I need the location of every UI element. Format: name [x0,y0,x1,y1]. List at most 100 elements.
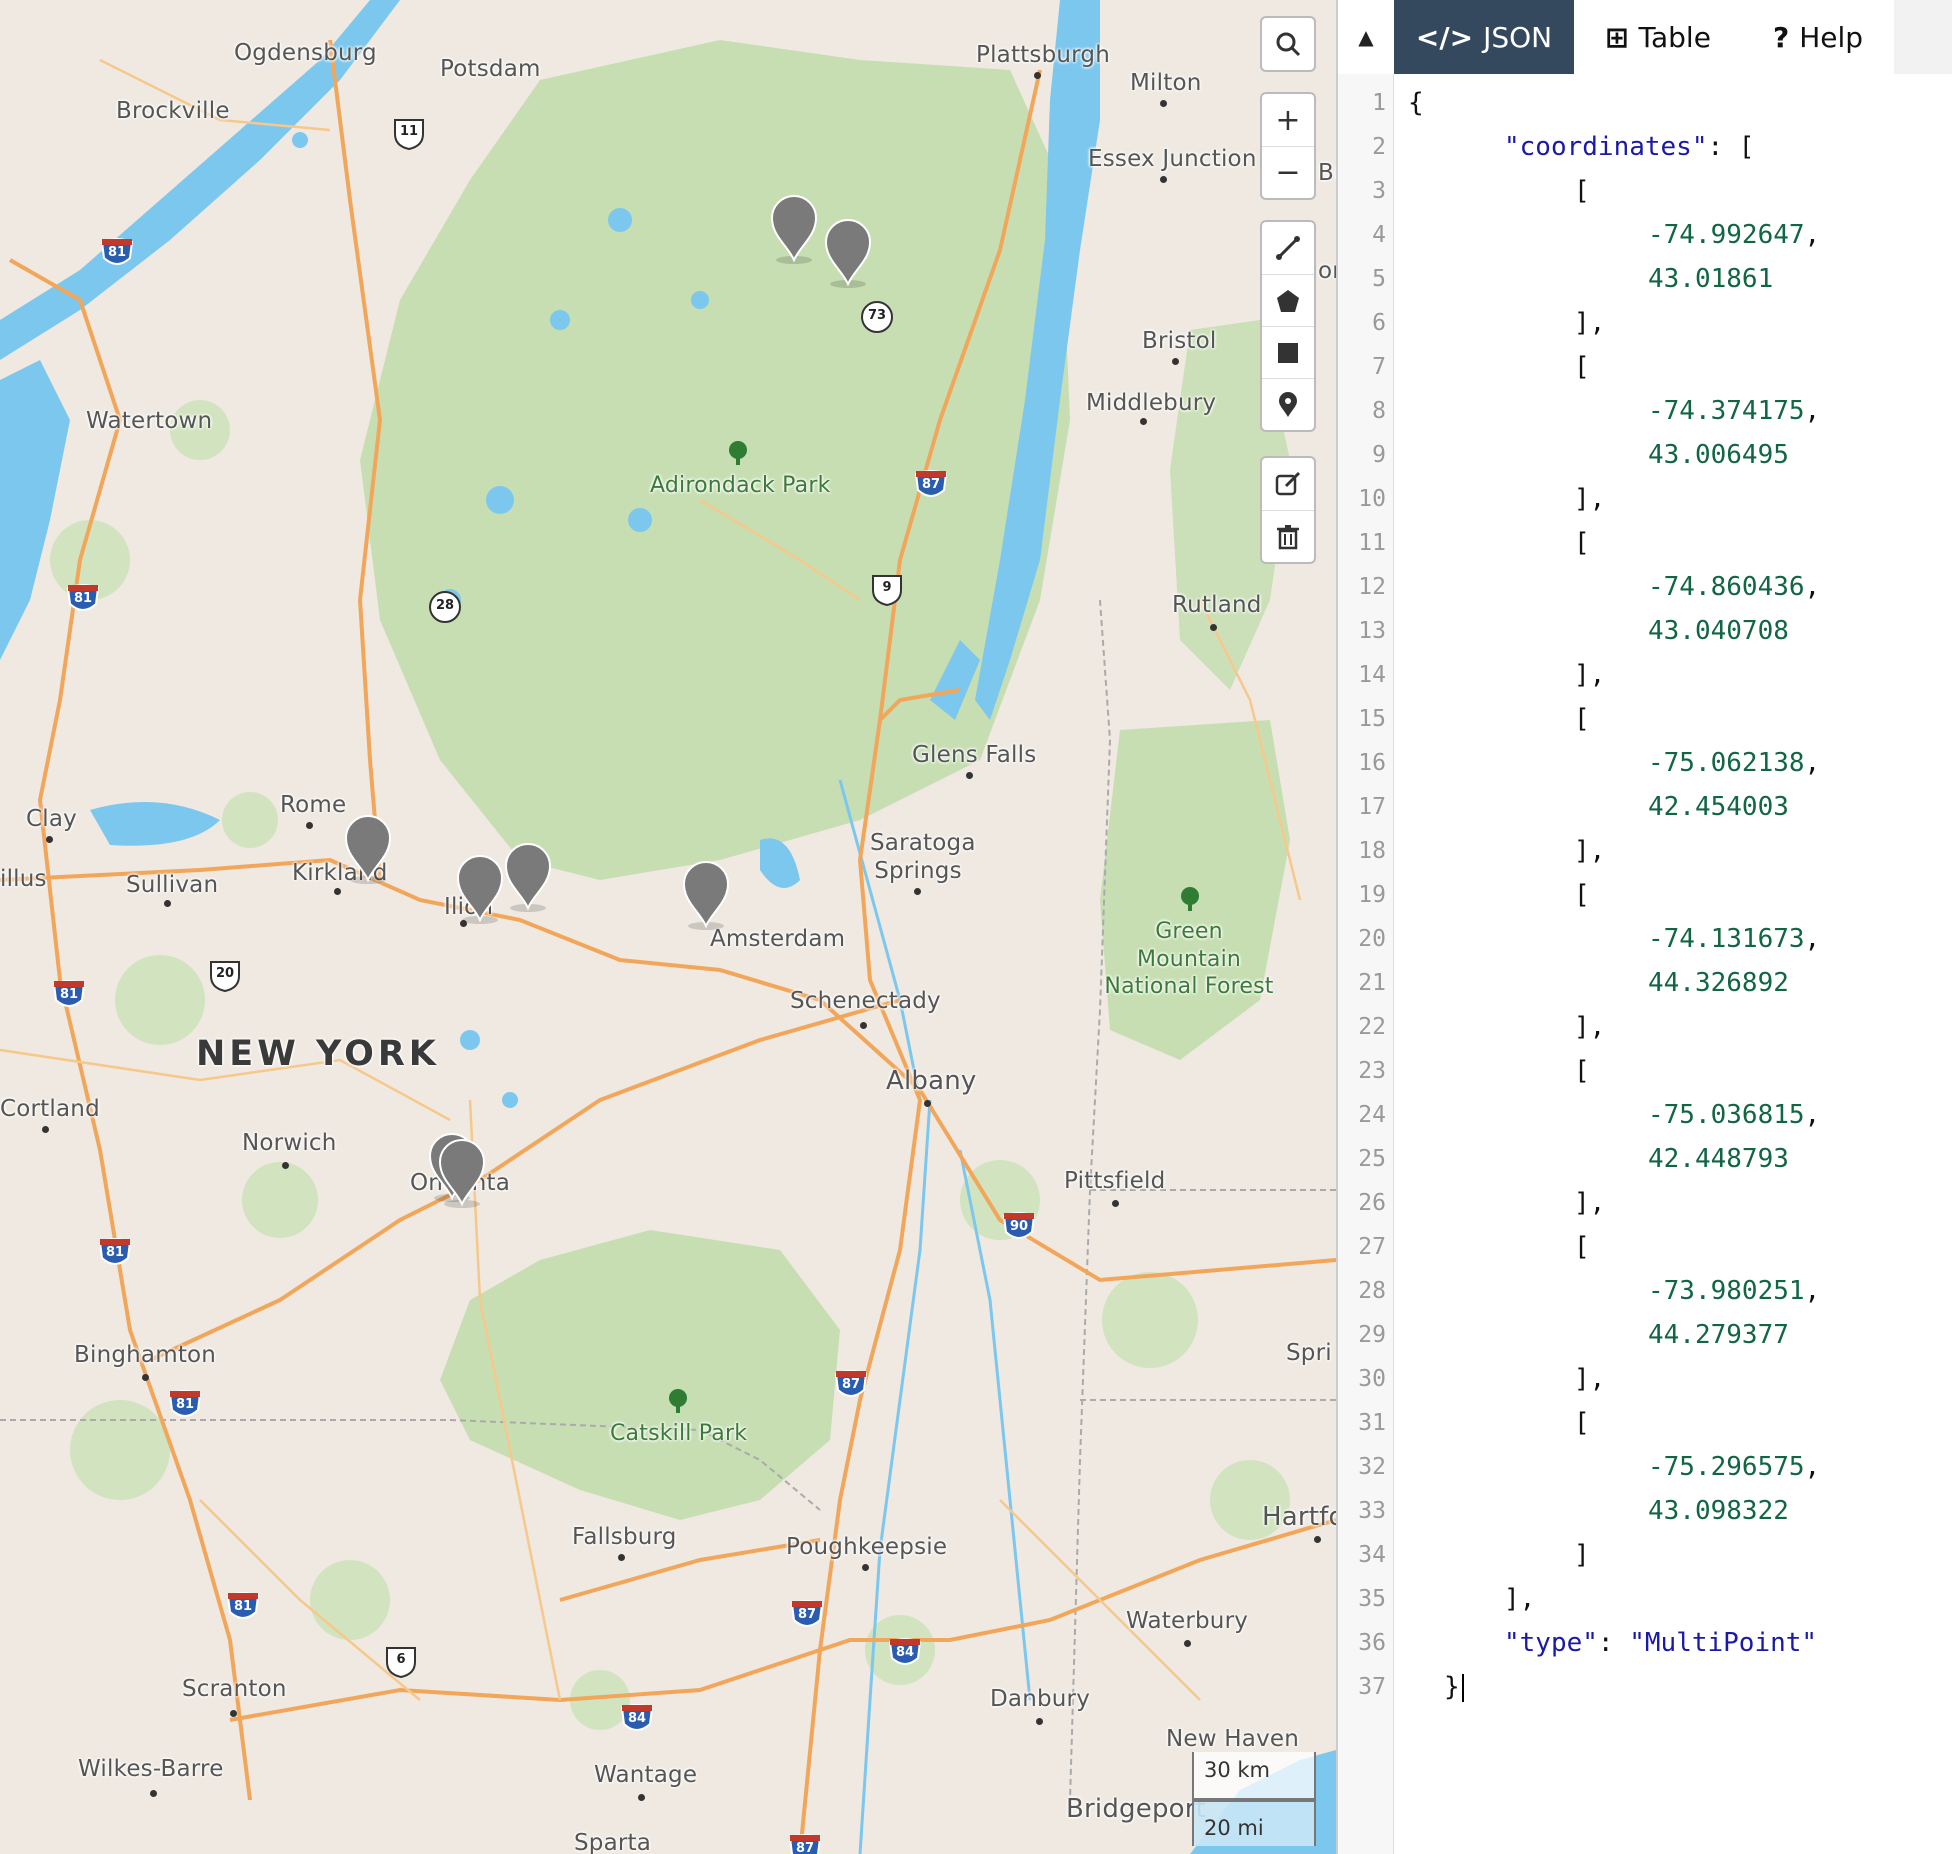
line-number: 13 [1358,618,1386,644]
search-button[interactable] [1262,18,1314,70]
map-point-marker-icon[interactable] [342,814,394,884]
code-line: -75.296575, [1648,1452,1820,1482]
code-line: 42.448793 [1648,1144,1789,1174]
tab-table[interactable]: ⊞ Table [1574,0,1742,74]
label-spri: Spri [1286,1340,1332,1366]
line-number: 7 [1372,354,1386,380]
help-icon: ? [1772,20,1790,54]
line-number: 1 [1372,90,1386,116]
interstate-84-shield-icon: 84 [620,1702,654,1736]
line-number: 27 [1358,1234,1386,1260]
json-punctuation: , [1804,1276,1821,1306]
json-punctuation: , [1804,1100,1821,1130]
line-number: 12 [1358,574,1386,600]
json-punctuation: , [1804,220,1821,250]
json-punctuation: [ [1574,880,1590,910]
label-binghamton: Binghamton [74,1342,217,1368]
label-hartford: Hartfo [1262,1502,1336,1532]
label-milton: Milton [1130,70,1202,96]
line-number: 3 [1372,178,1386,204]
oneida-lake [90,802,220,846]
draw-marker-button[interactable] [1262,378,1314,430]
line-number: 4 [1372,222,1386,248]
label-clay: Clay [26,806,77,832]
edit-icon [1275,471,1301,496]
map-point-marker-icon[interactable] [454,854,506,924]
json-punctuation: ], [1574,1364,1606,1394]
label-schenectady: Schenectady [790,988,941,1014]
tab-json[interactable]: </> JSON [1394,0,1574,74]
label-glens-falls: Glens Falls [912,742,1037,768]
json-punctuation: { [1408,88,1424,118]
map-point-marker-icon[interactable] [680,860,732,930]
draw-polygon-icon [1277,289,1299,312]
label-watertown: Watertown [86,408,213,434]
line-number: 26 [1358,1190,1386,1216]
line-number: 5 [1372,266,1386,292]
draw-rectangle-icon [1278,342,1298,363]
tab-help[interactable]: ? Help [1742,0,1894,74]
city-dot [1210,624,1217,631]
map-point-marker-icon[interactable] [502,842,554,912]
json-punctuation: , [1804,748,1821,778]
city-dot [914,888,921,895]
json-code-editor[interactable]: {"coordinates": [[-74.992647, 43.01861], [… [1394,74,1952,1854]
label-partial-or: or [1318,258,1336,284]
json-punctuation: [ [1574,352,1590,382]
zoom-out-button[interactable]: − [1262,146,1314,198]
city-dot [142,1374,149,1381]
collapse-button[interactable]: ▲ [1338,0,1394,74]
json-string: "MultiPoint" [1629,1628,1818,1658]
code-line: 43.040708 [1648,616,1789,646]
line-number: 15 [1358,706,1386,732]
lake-ontario [0,360,70,660]
draw-line-button[interactable] [1262,222,1314,274]
label-waterbury: Waterbury [1126,1608,1249,1634]
code-line: -74.131673, [1648,924,1820,954]
delete-layers-button[interactable] [1262,510,1314,562]
code-line: [ [1574,528,1590,558]
line-number: 16 [1358,750,1386,776]
edit-layers-button[interactable] [1262,458,1314,510]
park-tree-icon [729,441,747,465]
label-cortland: Cortland [0,1096,100,1122]
code-line: 43.006495 [1648,440,1789,470]
code-line: 44.279377 [1648,1320,1789,1350]
interstate-87-shield-icon: 87 [788,1832,822,1854]
interstate-81-shield-icon: 81 [100,236,134,270]
city-dot [618,1554,625,1561]
label-ogdensburg: Ogdensburg [234,40,377,66]
label-scranton: Scranton [182,1676,287,1702]
map-view[interactable]: Ogdensburg Potsdam Plattsburgh Milton Br… [0,0,1336,1854]
code-line: [ [1574,704,1590,734]
interstate-90-shield-icon: 90 [1002,1210,1036,1244]
tab-table-label: Table [1638,20,1711,54]
label-rutland: Rutland [1172,592,1262,618]
draw-polygon-button[interactable] [1262,274,1314,326]
state-route-73-shield-icon: 73 [860,300,894,334]
map-point-marker-icon[interactable] [822,218,874,288]
json-number: 42.454003 [1648,792,1789,822]
code-line: 43.098322 [1648,1496,1789,1526]
editor-panel: ▲ </> JSON ⊞ Table ? Help 1 2 3 4 5 6 7 8 9 10 11 1… [1336,0,1952,1854]
label-bridgeport: Bridgeport [1066,1794,1207,1824]
line-number: 24 [1358,1102,1386,1128]
us-route-11-shield-icon: 11 [392,116,426,151]
label-brockville: Brockville [116,98,230,124]
state-route-28-shield-icon: 28 [428,590,462,624]
map-point-marker-icon[interactable] [768,194,820,264]
city-dot [1034,72,1041,79]
city-dot [862,1564,869,1571]
label-sparta: Sparta [574,1830,652,1854]
code-icon: </> [1415,20,1474,54]
json-punctuation: , [1804,572,1821,602]
json-punctuation: ], [1504,1584,1536,1614]
map-point-marker-icon[interactable] [436,1138,488,1208]
zoom-in-button[interactable]: + [1262,94,1314,146]
interstate-81-shield-icon: 81 [98,1236,132,1270]
json-punctuation: } [1444,1672,1460,1702]
map-scale: 30 km 20 mi [1192,1752,1316,1846]
code-line: -75.036815, [1648,1100,1820,1130]
code-line: -75.062138, [1648,748,1820,778]
draw-rectangle-button[interactable] [1262,326,1314,378]
